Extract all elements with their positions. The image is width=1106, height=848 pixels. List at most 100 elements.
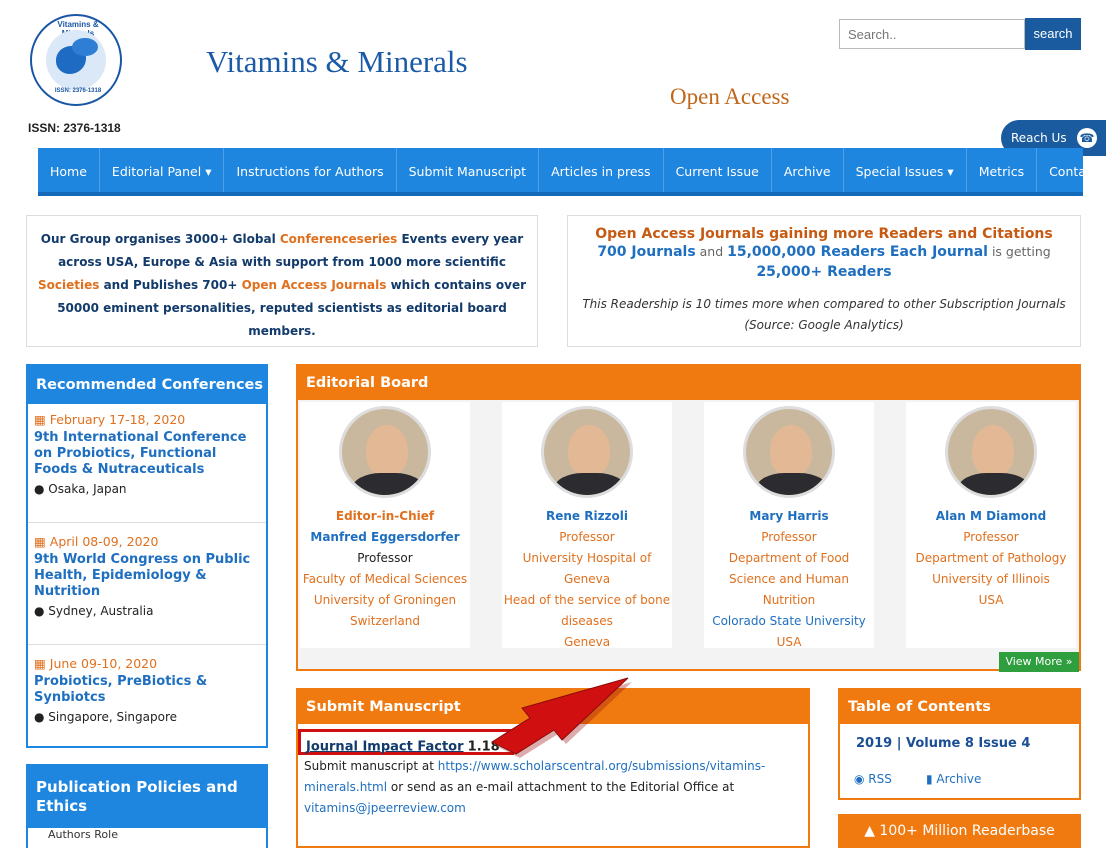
impact-factor-link[interactable]: Journal Impact Factor <box>306 739 464 754</box>
societies-link[interactable]: Societies <box>38 278 99 292</box>
recommended-conferences-panel: Recommended Conferences ▦ February 17-18… <box>26 364 268 748</box>
editor-affiliation: University of Groningen <box>313 593 457 607</box>
editor-card[interactable]: Editor-in-Chief Manfred Eggersdorfer Pro… <box>300 402 470 648</box>
rss-link[interactable]: ◉ RSS <box>854 772 892 786</box>
readership-info-box: Open Access Journals gaining more Reader… <box>567 215 1081 347</box>
conference-location: ● Singapore, Singapore <box>34 710 178 724</box>
conference-title[interactable]: 9th World Congress on Public Health, Epi… <box>34 552 262 600</box>
editor-affiliation: Colorado State University <box>712 614 866 628</box>
view-more-button[interactable]: View More » <box>999 652 1079 672</box>
group-info-text: Our Group organises 3000+ Global <box>40 232 280 246</box>
rss-icon: ◉ <box>854 772 869 786</box>
editor-country: USA <box>978 593 1004 607</box>
editor-country: USA <box>776 635 802 649</box>
editor-photo <box>945 406 1037 498</box>
nav-contact[interactable]: Contact <box>1037 148 1106 192</box>
conference-title[interactable]: 9th International Conference on Probioti… <box>34 430 262 478</box>
calendar-icon: ▦ <box>34 412 50 427</box>
editor-affiliation: Faculty of Medical Sciences <box>302 572 468 586</box>
conference-item[interactable]: ▦ February 17-18, 2020 9th International… <box>34 412 262 496</box>
toc-volume-link[interactable]: 2019 | Volume 8 Issue 4 <box>856 736 1030 751</box>
issn-label: ISSN: 2376-1318 <box>28 121 121 135</box>
archive-link[interactable]: ▮ Archive <box>926 772 981 786</box>
editor-role: Editor-in-Chief <box>335 509 435 523</box>
editor-city: Geneva <box>563 635 611 649</box>
logo-bird-shape <box>72 38 98 56</box>
editor-card[interactable]: Rene Rizzoli Professor University Hospit… <box>502 402 672 649</box>
conference-location: ● Osaka, Japan <box>34 482 127 496</box>
editor-position: Professor <box>963 530 1019 544</box>
search-input[interactable] <box>839 19 1025 49</box>
readership-stats: 700 Journals and 15,000,000 Readers Each… <box>568 242 1080 282</box>
conferenceseries-link[interactable]: Conferenceseries <box>280 232 397 246</box>
editor-name[interactable]: Mary Harris <box>704 506 874 527</box>
editor-name[interactable]: Alan M Diamond <box>906 506 1076 527</box>
readership-getting: is getting <box>987 244 1051 259</box>
nav-editorial-panel[interactable]: Editorial Panel ▾ <box>100 148 225 192</box>
nav-submit-manuscript[interactable]: Submit Manuscript <box>397 148 540 192</box>
editor-card[interactable]: Alan M Diamond Professor Department of P… <box>906 402 1076 648</box>
submit-text: Submit manuscript at <box>304 759 438 773</box>
readership-and: and <box>695 244 728 259</box>
submit-text: or send as an e-mail attachment to the E… <box>387 780 735 794</box>
readerbase-label: 100+ Million Readerbase <box>879 823 1055 839</box>
divider <box>28 644 266 645</box>
editor-affiliation: University of Illinois <box>932 572 1050 586</box>
editor-position: Professor <box>357 551 413 565</box>
toc-heading: Table of Contents <box>840 690 1079 724</box>
readership-headline: Open Access Journals gaining more Reader… <box>595 226 1053 242</box>
map-marker-icon: ● <box>34 604 49 618</box>
editor-photo <box>743 406 835 498</box>
nav-home[interactable]: Home <box>38 148 100 192</box>
annotation-arrow-icon <box>490 677 632 758</box>
group-info-text: and Publishes 700+ <box>99 278 242 292</box>
search-button[interactable]: search <box>1025 18 1081 50</box>
group-info-box: Our Group organises 3000+ Global Confere… <box>26 215 538 347</box>
users-icon: ▲ <box>864 823 880 839</box>
conference-item[interactable]: ▦ June 09-10, 2020 Probiotics, PreBiotic… <box>34 656 262 724</box>
main-nav: Home Editorial Panel ▾ Instructions for … <box>38 148 1098 196</box>
map-marker-icon: ● <box>34 482 49 496</box>
calendar-icon: ▦ <box>34 656 50 671</box>
calendar-icon: ▦ <box>34 534 50 549</box>
file-icon: ▮ <box>926 772 937 786</box>
editorial-board-panel: Editorial Board Editor-in-Chief Manfred … <box>296 364 1081 671</box>
editor-name[interactable]: Rene Rizzoli <box>502 506 672 527</box>
readerbase-banner[interactable]: ▲ 100+ Million Readerbase <box>838 814 1081 848</box>
nav-articles-in-press[interactable]: Articles in press <box>539 148 664 192</box>
editor-affiliation: University Hospital of Geneva <box>522 551 652 586</box>
journals-count: 700 Journals <box>597 244 696 260</box>
editor-position: Professor <box>761 530 817 544</box>
editorial-email-link[interactable]: vitamins@jpeerreview.com <box>304 801 466 815</box>
conference-item[interactable]: ▦ April 08-09, 2020 9th World Congress o… <box>34 534 262 618</box>
readers-count: 25,000+ Readers <box>756 264 892 280</box>
editor-card[interactable]: Mary Harris Professor Department of Food… <box>704 402 874 649</box>
nav-special-issues[interactable]: Special Issues ▾ <box>844 148 967 192</box>
logo-issn: ISSN: 2376-1318 <box>54 88 102 94</box>
conference-title[interactable]: Probiotics, PreBiotics & Synbiotcs <box>34 674 262 706</box>
conference-date: ▦ February 17-18, 2020 <box>34 412 186 427</box>
open-access-journals-link[interactable]: Open Access Journals <box>242 278 387 292</box>
conference-location: ● Sydney, Australia <box>34 604 154 618</box>
editor-name[interactable]: Manfred Eggersdorfer <box>300 527 470 548</box>
open-access-label: Open Access <box>670 84 790 109</box>
readers-each-journal: 15,000,000 Readers Each Journal <box>727 244 988 260</box>
journal-logo[interactable]: Vitamins & Minerals ISSN: 2376-1318 <box>30 14 122 106</box>
divider <box>28 522 266 523</box>
nav-archive[interactable]: Archive <box>772 148 844 192</box>
nav-instructions-for-authors[interactable]: Instructions for Authors <box>224 148 397 192</box>
readership-note: This Readership is 10 times more when co… <box>582 297 1066 332</box>
editor-affiliation: Head of the service of bone diseases <box>503 593 671 628</box>
nav-current-issue[interactable]: Current Issue <box>664 148 772 192</box>
phone-icon: ☎ <box>1077 128 1097 148</box>
conference-date: ▦ April 08-09, 2020 <box>34 534 159 549</box>
table-of-contents-panel: Table of Contents 2019 | Volume 8 Issue … <box>838 688 1081 800</box>
editor-affiliation: Department of Food Science and Human Nut… <box>728 551 850 607</box>
conferences-heading: Recommended Conferences <box>28 366 266 404</box>
editor-photo <box>339 406 431 498</box>
policy-item-authors-role[interactable]: Authors Role <box>26 828 268 848</box>
editorial-board-heading: Editorial Board <box>298 366 1079 400</box>
submit-instructions: Submit manuscript at https://www.scholar… <box>304 756 794 819</box>
nav-metrics[interactable]: Metrics <box>967 148 1038 192</box>
site-title[interactable]: Vitamins & Minerals <box>206 44 468 80</box>
